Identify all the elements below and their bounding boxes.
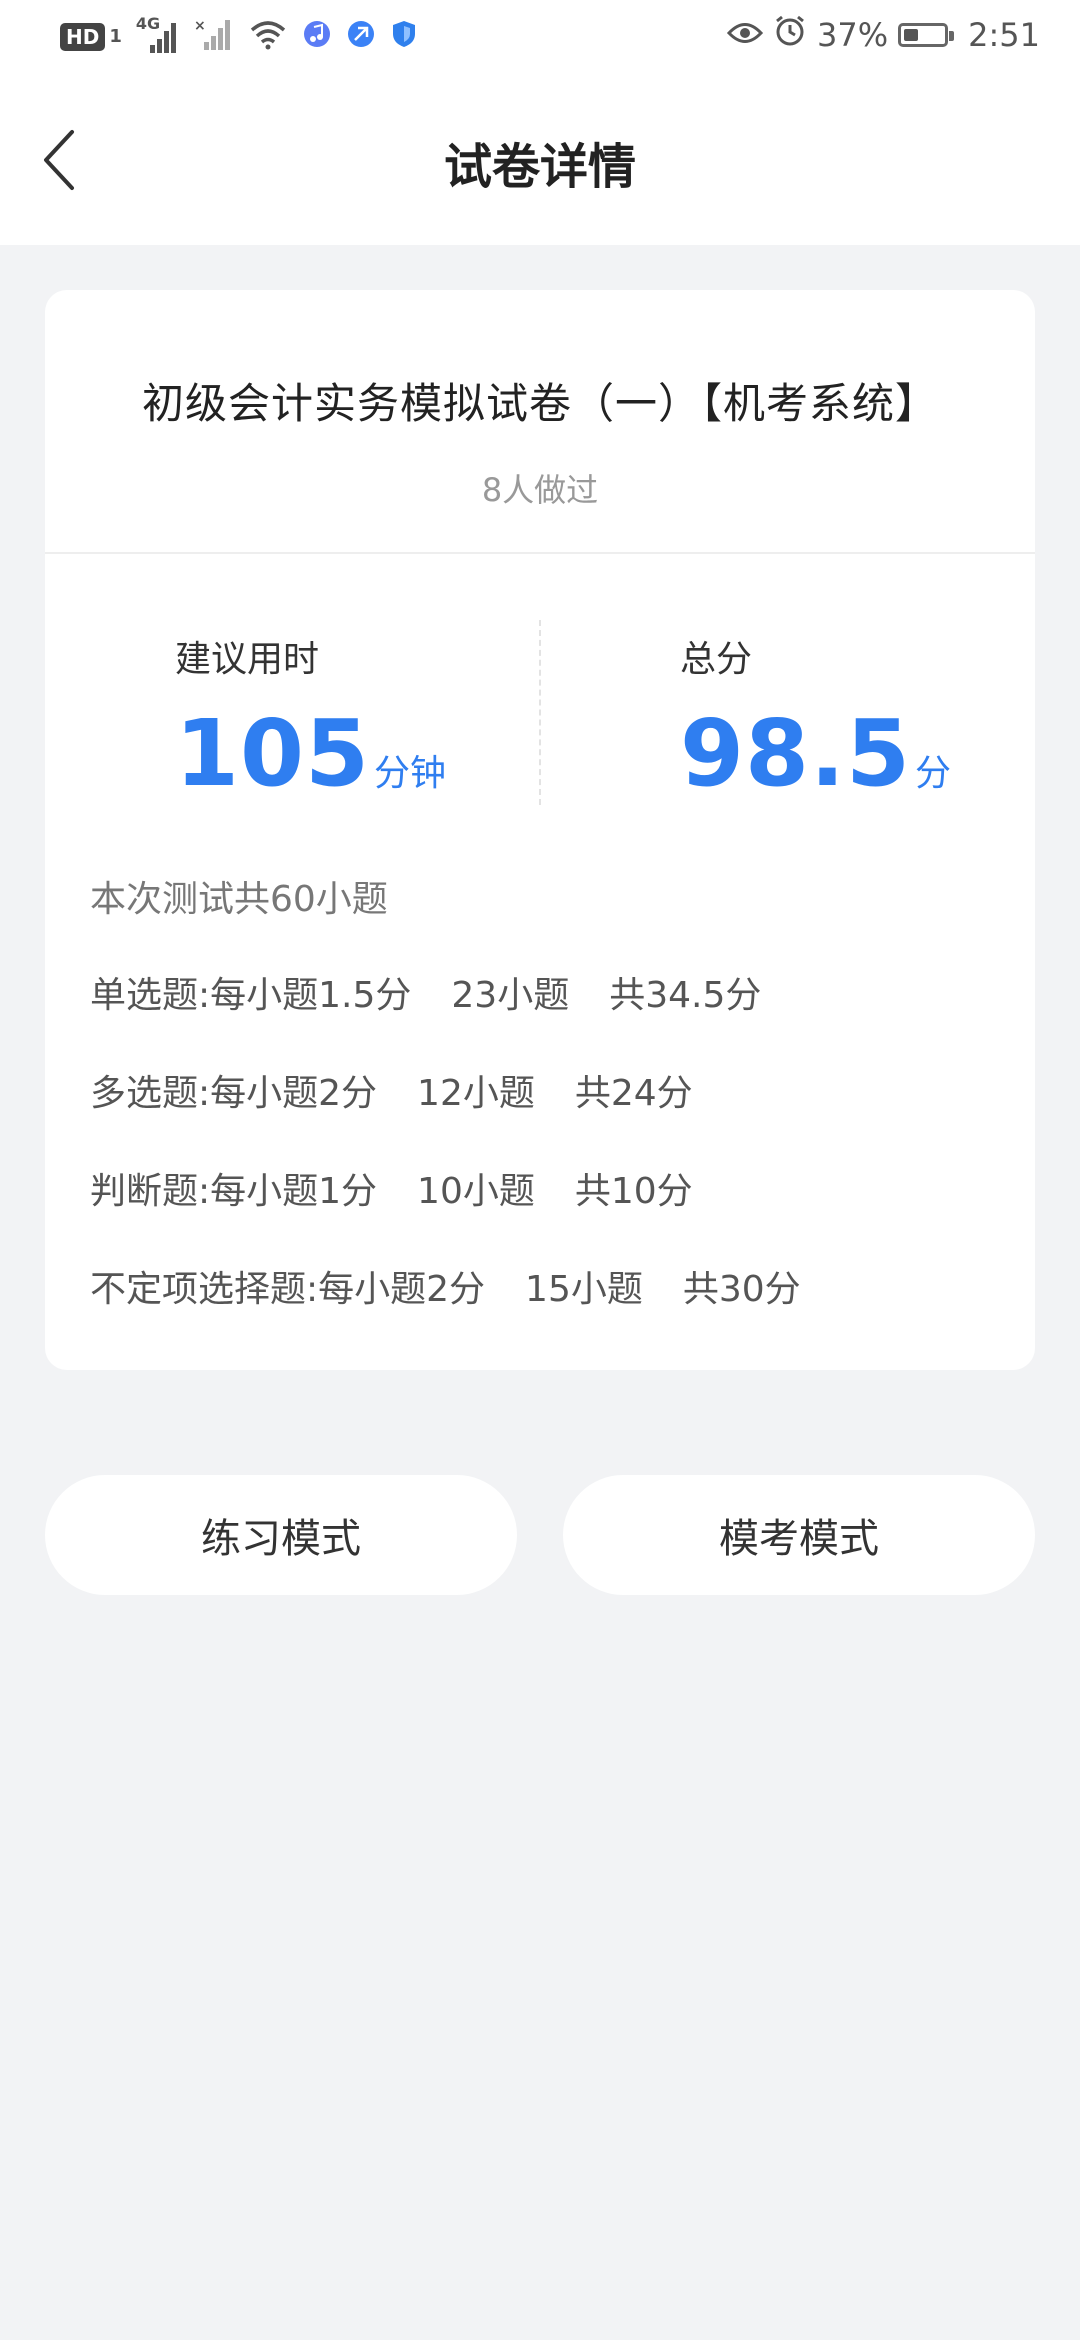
- browser-app-icon: [346, 19, 376, 55]
- music-app-icon: [302, 19, 332, 55]
- network-type: 4G: [135, 14, 161, 33]
- total-score-value-row: 98.5 分: [680, 700, 951, 807]
- question-summary: 本次测试共60小题: [90, 879, 388, 920]
- battery-icon: [898, 23, 955, 47]
- sim-id: 1: [109, 26, 122, 47]
- question-type-count: 23小题: [451, 975, 570, 1016]
- suggested-time-unit: 分钟: [374, 753, 447, 794]
- question-type-desc: 多选题:每小题2分: [90, 1073, 378, 1114]
- total-score-unit: 分: [915, 753, 952, 794]
- question-type-row: 多选题:每小题2分 12小题 共24分: [90, 1064, 693, 1116]
- hd-badge: HD: [60, 23, 106, 51]
- paper-detail-card: 初级会计实务模拟试卷（一）【机考系统】 8人做过 建议用时 105 分钟 总分 9…: [45, 290, 1035, 1370]
- status-right-icons: 37% 2:51: [726, 14, 1040, 56]
- question-type-row: 不定项选择题:每小题2分 15小题 共30分: [90, 1260, 801, 1312]
- suggested-time-value-row: 105 分钟: [175, 700, 446, 807]
- signal-no-sim-icon: ×: [194, 18, 234, 56]
- paper-title: 初级会计实务模拟试卷（一）【机考系统】: [141, 379, 938, 428]
- question-type-total: 共10分: [574, 1171, 693, 1212]
- total-score: 总分 98.5 分: [680, 630, 951, 807]
- question-type-count: 12小题: [417, 1073, 535, 1114]
- question-type-total: 共30分: [682, 1269, 801, 1310]
- status-time: 2:51: [968, 16, 1040, 54]
- question-type-desc: 不定项选择题:每小题2分: [90, 1269, 486, 1310]
- practice-mode-button[interactable]: 练习模式: [45, 1475, 517, 1595]
- stat-divider: [539, 620, 541, 805]
- battery-fill: [904, 29, 919, 41]
- question-type-total: 共24分: [574, 1073, 693, 1114]
- shield-app-icon: [390, 19, 418, 55]
- question-type-count: 10小题: [417, 1171, 535, 1212]
- wifi-icon: [248, 18, 288, 56]
- question-type-count: 15小题: [525, 1269, 643, 1310]
- question-type-row: 单选题:每小题1.5分 23小题 共34.5分: [90, 966, 761, 1018]
- question-type-desc: 单选题:每小题1.5分: [90, 975, 412, 1016]
- suggested-time-label: 建议用时: [175, 639, 320, 680]
- question-type-total: 共34.5分: [609, 975, 762, 1016]
- status-left-icons: HD 1 4G ×: [60, 15, 418, 56]
- svg-text:×: ×: [194, 18, 206, 34]
- status-bar: HD 1 4G × 37% 2:51: [0, 0, 1080, 75]
- navigation-bar: 试卷详情: [0, 75, 1080, 245]
- page-title: 试卷详情: [443, 139, 636, 195]
- total-score-value: 98.5: [680, 700, 911, 807]
- battery-percent: 37%: [817, 16, 889, 54]
- question-type-desc: 判断题:每小题1分: [90, 1171, 378, 1212]
- exam-mode-button[interactable]: 模考模式: [563, 1475, 1035, 1595]
- suggested-time-value: 105: [175, 700, 371, 807]
- suggested-time: 建议用时 105 分钟: [175, 630, 446, 807]
- alarm-icon: [773, 14, 807, 56]
- total-score-label: 总分: [680, 639, 753, 680]
- eye-icon: [726, 16, 764, 54]
- signal-icon: 4G: [136, 15, 180, 53]
- question-type-row: 判断题:每小题1分 10小题 共10分: [90, 1162, 693, 1214]
- card-divider: [45, 552, 1035, 554]
- done-count: 8人做过: [481, 471, 599, 509]
